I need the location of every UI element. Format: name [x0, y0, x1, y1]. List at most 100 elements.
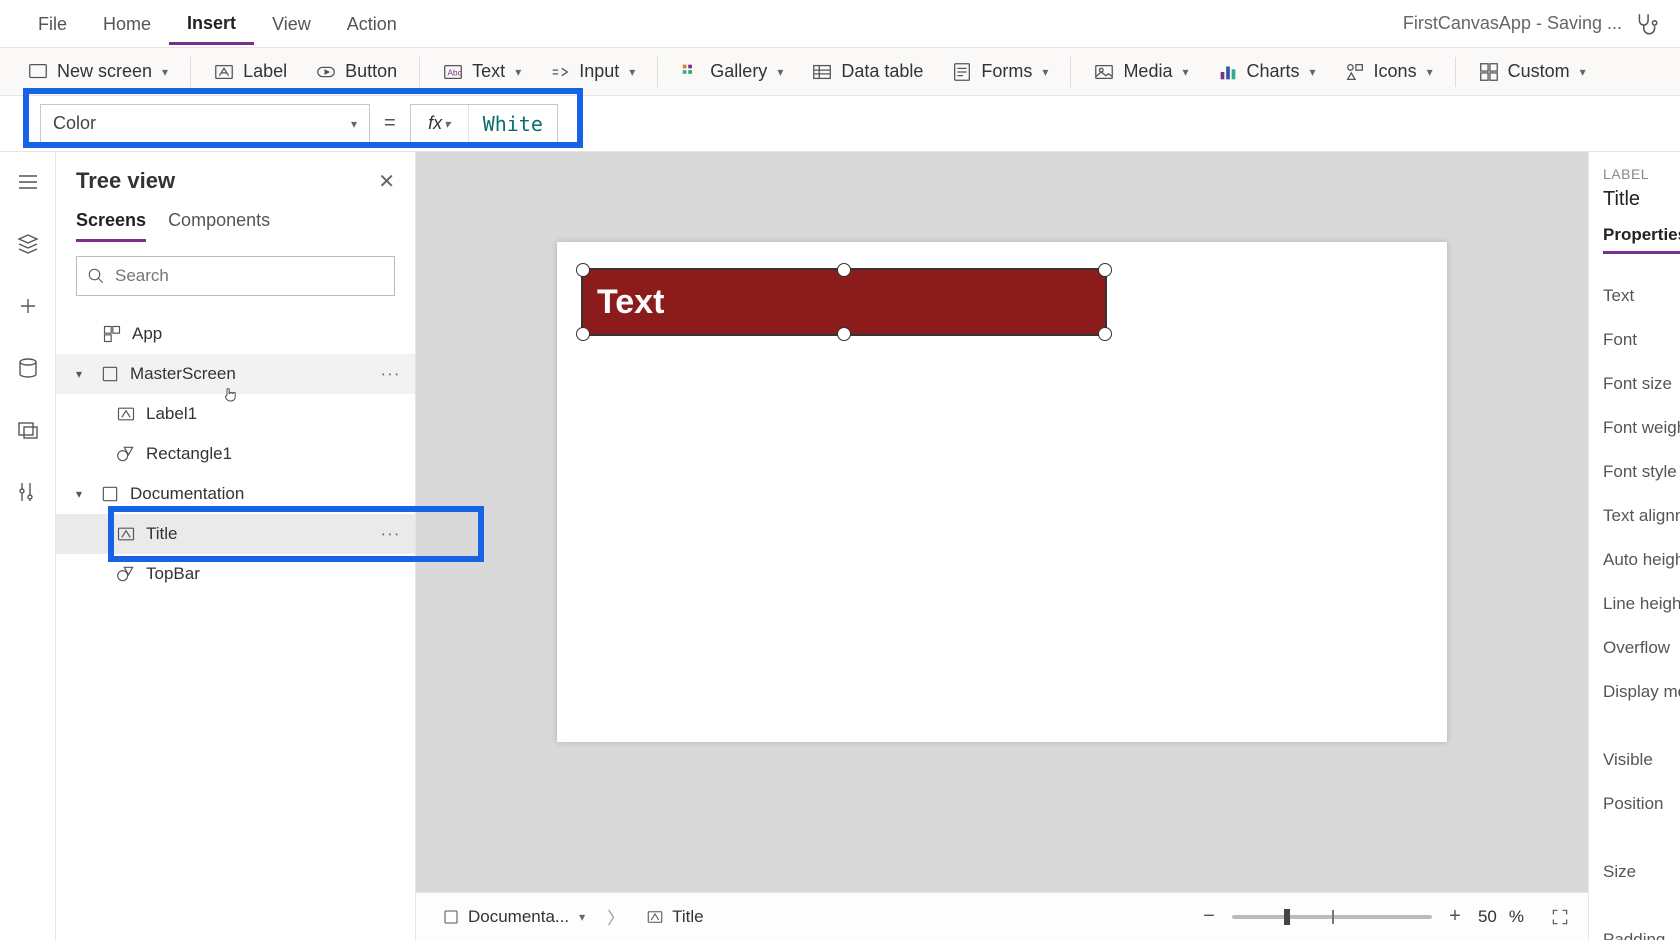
- chevron-down-icon: ▾: [579, 910, 585, 924]
- prop-row[interactable]: Size: [1603, 850, 1680, 894]
- tree-item-label: TopBar: [146, 564, 200, 584]
- breadcrumb-screen[interactable]: Documenta... ▾: [434, 903, 593, 931]
- artboard-documentation[interactable]: Text: [557, 242, 1447, 742]
- prop-row: [1603, 826, 1680, 850]
- properties-tab[interactable]: Properties: [1603, 225, 1680, 254]
- text-button[interactable]: Abc Text▾: [430, 55, 533, 89]
- new-screen-button[interactable]: New screen▾: [15, 55, 180, 89]
- chevron-down-icon[interactable]: ▾: [76, 367, 90, 381]
- zoom-out-button[interactable]: −: [1198, 906, 1220, 928]
- text-icon: Abc: [442, 61, 464, 83]
- tree-item-app[interactable]: App: [56, 314, 415, 354]
- zoom-in-button[interactable]: +: [1444, 906, 1466, 928]
- screen-icon: [100, 484, 120, 504]
- menu-view[interactable]: View: [254, 4, 329, 43]
- button-button[interactable]: Button: [303, 55, 409, 89]
- prop-row[interactable]: Position: [1603, 782, 1680, 826]
- custom-button[interactable]: Custom▾: [1466, 55, 1598, 89]
- control-title[interactable]: Text: [583, 270, 1105, 334]
- tree-list: App ▾ MasterScreen ∙∙∙ Label1 Rectangle1…: [56, 310, 415, 598]
- tree-search-input[interactable]: [115, 266, 384, 286]
- tree-item-label: MasterScreen: [130, 364, 236, 384]
- resize-handle[interactable]: [837, 263, 851, 277]
- formula-input-rest[interactable]: [558, 104, 1680, 144]
- gallery-icon: [680, 61, 702, 83]
- prop-row[interactable]: Font style: [1603, 450, 1680, 494]
- tab-components[interactable]: Components: [168, 210, 270, 242]
- icons-label: Icons: [1374, 61, 1417, 82]
- more-icon[interactable]: ∙∙∙: [381, 364, 401, 384]
- data-table-button[interactable]: Data table: [799, 55, 935, 89]
- tree-item-label: App: [132, 324, 162, 344]
- insert-icon[interactable]: [16, 294, 40, 318]
- property-selector[interactable]: Color ▾: [40, 104, 370, 144]
- chevron-down-icon[interactable]: ▾: [76, 487, 90, 501]
- prop-row[interactable]: Line height: [1603, 582, 1680, 626]
- icons-icon: [1344, 61, 1366, 83]
- label-icon: [116, 524, 136, 544]
- resize-handle[interactable]: [576, 263, 590, 277]
- tree-item-title[interactable]: Title ∙∙∙: [56, 514, 415, 554]
- fx-button[interactable]: fx ▾: [411, 105, 469, 143]
- close-icon[interactable]: ✕: [378, 169, 395, 194]
- label-icon: [646, 908, 664, 926]
- equals-label: =: [384, 112, 396, 135]
- zoom-slider[interactable]: [1232, 915, 1432, 919]
- icons-button[interactable]: Icons▾: [1332, 55, 1445, 89]
- tree-view-icon[interactable]: [16, 232, 40, 256]
- tree-item-masterscreen[interactable]: ▾ MasterScreen ∙∙∙: [56, 354, 415, 394]
- formula-value[interactable]: White: [469, 112, 557, 136]
- tree-item-topbar[interactable]: TopBar: [56, 554, 415, 594]
- charts-button[interactable]: Charts▾: [1205, 55, 1328, 89]
- tree-item-label: Title: [146, 524, 178, 544]
- prop-row[interactable]: Font weight: [1603, 406, 1680, 450]
- prop-row[interactable]: Font: [1603, 318, 1680, 362]
- property-selector-value: Color: [53, 113, 96, 134]
- media-button[interactable]: Media▾: [1081, 55, 1200, 89]
- prop-row[interactable]: Visible: [1603, 738, 1680, 782]
- tree-view-title: Tree view: [76, 168, 175, 194]
- gallery-button[interactable]: Gallery▾: [668, 55, 795, 89]
- more-icon[interactable]: ∙∙∙: [381, 524, 401, 544]
- prop-row[interactable]: Display mode: [1603, 670, 1680, 714]
- menu-insert[interactable]: Insert: [169, 3, 254, 45]
- advanced-tools-icon[interactable]: [16, 480, 40, 504]
- app-icon: [102, 324, 122, 344]
- prop-row[interactable]: Font size: [1603, 362, 1680, 406]
- tree-item-label1[interactable]: Label1: [56, 394, 415, 434]
- tree-item-rectangle1[interactable]: Rectangle1: [56, 434, 415, 474]
- media-rail-icon[interactable]: [16, 418, 40, 442]
- tree-item-documentation[interactable]: ▾ Documentation: [56, 474, 415, 514]
- data-table-label: Data table: [841, 61, 923, 82]
- tree-search[interactable]: [76, 256, 395, 296]
- chevron-down-icon: ▾: [1042, 65, 1048, 79]
- tree-item-label: Rectangle1: [146, 444, 232, 464]
- tab-screens[interactable]: Screens: [76, 210, 146, 242]
- data-icon[interactable]: [16, 356, 40, 380]
- screen-icon: [442, 908, 460, 926]
- menu-action[interactable]: Action: [329, 4, 415, 43]
- label-button[interactable]: Label: [201, 55, 299, 89]
- breadcrumb-control[interactable]: Title: [638, 903, 712, 931]
- chevron-down-icon: ▾: [351, 117, 357, 131]
- prop-row[interactable]: Overflow: [1603, 626, 1680, 670]
- resize-handle[interactable]: [576, 327, 590, 341]
- resize-handle[interactable]: [1098, 263, 1112, 277]
- charts-label: Charts: [1247, 61, 1300, 82]
- prop-row[interactable]: Text: [1603, 274, 1680, 318]
- search-icon: [87, 267, 105, 285]
- zoom-value: 50: [1478, 907, 1497, 927]
- hamburger-icon[interactable]: [16, 170, 40, 194]
- resize-handle[interactable]: [1098, 327, 1112, 341]
- chevron-down-icon: ▾: [515, 65, 521, 79]
- prop-row[interactable]: Padding: [1603, 918, 1680, 940]
- menu-file[interactable]: File: [20, 4, 85, 43]
- app-checker-icon[interactable]: [1634, 11, 1660, 37]
- forms-button[interactable]: Forms▾: [939, 55, 1060, 89]
- prop-row[interactable]: Auto height: [1603, 538, 1680, 582]
- input-button[interactable]: Input▾: [537, 55, 647, 89]
- fit-screen-icon[interactable]: [1550, 907, 1570, 927]
- menu-home[interactable]: Home: [85, 4, 169, 43]
- resize-handle[interactable]: [837, 327, 851, 341]
- prop-row[interactable]: Text alignment: [1603, 494, 1680, 538]
